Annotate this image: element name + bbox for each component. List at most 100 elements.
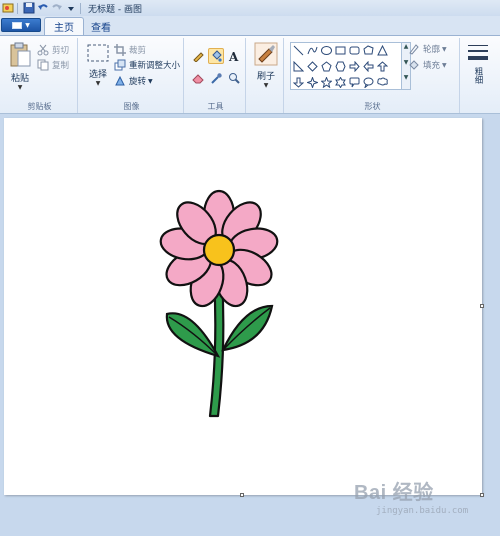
line-shape-icon[interactable] (292, 44, 305, 57)
pencil-icon[interactable] (190, 48, 206, 64)
canvas-resize-handle-right[interactable] (480, 304, 484, 308)
svg-text:A: A (228, 50, 239, 62)
rounded-rectangle-shape-icon[interactable] (348, 44, 361, 57)
brushes-button[interactable]: 刷子 ▼ (251, 42, 281, 89)
chevron-down-icon: ▼ (25, 21, 30, 29)
oval-shape-icon[interactable] (320, 44, 333, 57)
clipboard-group-label: 剪贴板 (27, 102, 52, 111)
size-label: 粗细 (473, 67, 483, 84)
four-point-star-shape-icon[interactable] (306, 76, 319, 89)
resize-button[interactable]: 重新调整大小 (114, 58, 180, 72)
six-point-star-shape-icon[interactable] (334, 76, 347, 89)
curve-shape-icon[interactable] (306, 44, 319, 57)
pentagon-shape-icon[interactable] (320, 60, 333, 73)
hexagon-shape-icon[interactable] (334, 60, 347, 73)
scissors-icon (37, 44, 49, 56)
fill-button[interactable]: 填充 ▼ (408, 58, 447, 72)
paste-button[interactable]: 粘贴 ▼ (6, 42, 34, 91)
ribbon: 粘贴 ▼ 剪切 复制 剪贴板 选择 ▼ 裁剪 重新调整大小 旋转 ▼ 图像 A … (0, 35, 500, 114)
save-icon[interactable] (23, 2, 35, 14)
paste-label: 粘贴 (10, 74, 29, 84)
crop-button[interactable]: 裁剪 (114, 43, 146, 57)
oval-callout-shape-icon[interactable] (362, 76, 375, 89)
chevron-down-icon: ▼ (442, 45, 447, 53)
menu-icon (12, 21, 23, 29)
flower-center (202, 233, 236, 267)
cut-button[interactable]: 剪切 (37, 43, 69, 57)
flower-drawing (159, 189, 279, 418)
size-button[interactable]: 粗细 (464, 42, 492, 84)
window-title: 无标题 - 画图 (88, 4, 142, 15)
shapes-group-label: 形状 (364, 102, 381, 111)
customize-toolbar-icon[interactable] (65, 2, 77, 14)
canvas-resize-handle-bottom[interactable] (240, 493, 244, 497)
chevron-down-icon: ▼ (148, 77, 153, 85)
tools-group: A 工具 (186, 38, 246, 113)
resize-label: 重新调整大小 (129, 61, 181, 71)
copy-button[interactable]: 复制 (37, 58, 69, 72)
tab-home[interactable]: 主页 (44, 17, 84, 35)
outline-icon (409, 44, 419, 55)
diamond-shape-icon[interactable] (306, 60, 319, 73)
chevron-down-icon: ▼ (263, 82, 269, 89)
watermark: Bai 经验 jingyan.baidu.com (354, 476, 494, 526)
watermark-sub: jingyan.baidu.com (376, 506, 469, 516)
chevron-down-icon: ▼ (95, 80, 101, 87)
chevron-down-icon: ▼ (17, 84, 23, 91)
fill-icon[interactable] (208, 48, 224, 64)
copy-icon (37, 59, 49, 71)
copy-label: 复制 (52, 61, 70, 71)
cloud-callout-shape-icon[interactable] (376, 76, 389, 89)
left-arrow-shape-icon[interactable] (362, 60, 375, 73)
up-arrow-shape-icon[interactable] (376, 60, 389, 73)
magnifier-icon[interactable] (226, 70, 242, 86)
resize-icon (114, 59, 126, 71)
text-icon[interactable]: A (226, 48, 242, 64)
rotate-button[interactable]: 旋转 ▼ (114, 74, 153, 88)
image-group-label: 图像 (123, 102, 140, 111)
outline-label: 轮廓 (423, 45, 441, 55)
rectangle-shape-icon[interactable] (334, 44, 347, 57)
line-size-icon (468, 45, 488, 60)
toolbar-divider (80, 2, 81, 14)
right-triangle-shape-icon[interactable] (292, 60, 305, 73)
eraser-icon[interactable] (190, 70, 206, 86)
redo-icon[interactable] (51, 2, 63, 14)
chevron-down-icon: ▼ (442, 61, 447, 69)
clipboard-group: 粘贴 ▼ 剪切 复制 剪贴板 (2, 38, 78, 113)
crop-label: 裁剪 (129, 46, 147, 56)
brushes-label: 刷子 (256, 72, 275, 82)
brush-icon (254, 42, 278, 66)
right-arrow-shape-icon[interactable] (348, 60, 361, 73)
cut-label: 剪切 (52, 46, 70, 56)
drawing-canvas[interactable] (4, 118, 482, 495)
crop-icon (114, 44, 126, 56)
fill-label: 填充 (423, 61, 441, 71)
select-label: 选择 (88, 70, 107, 80)
triangle-shape-icon[interactable] (376, 44, 389, 57)
color-picker-icon[interactable] (208, 70, 224, 86)
image-group: 选择 ▼ 裁剪 重新调整大小 旋转 ▼ 图像 (80, 38, 184, 113)
shapes-group: ▲ ▼ ▼ 轮廓 ▼ 填充 ▼ 形状 (286, 38, 460, 113)
polygon-shape-icon[interactable] (362, 44, 375, 57)
size-group: 粗细 (462, 38, 500, 113)
five-point-star-shape-icon[interactable] (320, 76, 333, 89)
down-arrow-shape-icon[interactable] (292, 76, 305, 89)
rounded-callout-shape-icon[interactable] (348, 76, 361, 89)
select-button[interactable]: 选择 ▼ (83, 42, 113, 87)
title-bar: 无标题 - 画图 (0, 0, 500, 16)
outline-button[interactable]: 轮廓 ▼ (408, 42, 447, 56)
shapes-gallery[interactable] (290, 42, 402, 90)
rotate-icon (115, 75, 125, 86)
rotate-label: 旋转 (129, 77, 147, 87)
paint-app-icon[interactable] (2, 2, 14, 14)
fill-bucket-icon (409, 60, 419, 70)
undo-icon[interactable] (37, 2, 49, 14)
paint-menu-button[interactable]: ▼ (1, 18, 41, 32)
paste-icon (10, 42, 31, 67)
tools-group-label: 工具 (207, 102, 224, 111)
toolbar-divider (17, 2, 18, 14)
brushes-group: 刷子 ▼ (248, 38, 284, 113)
tab-view[interactable]: 查看 (82, 17, 120, 35)
gallery-expand-icon[interactable]: ▼ (402, 74, 410, 81)
